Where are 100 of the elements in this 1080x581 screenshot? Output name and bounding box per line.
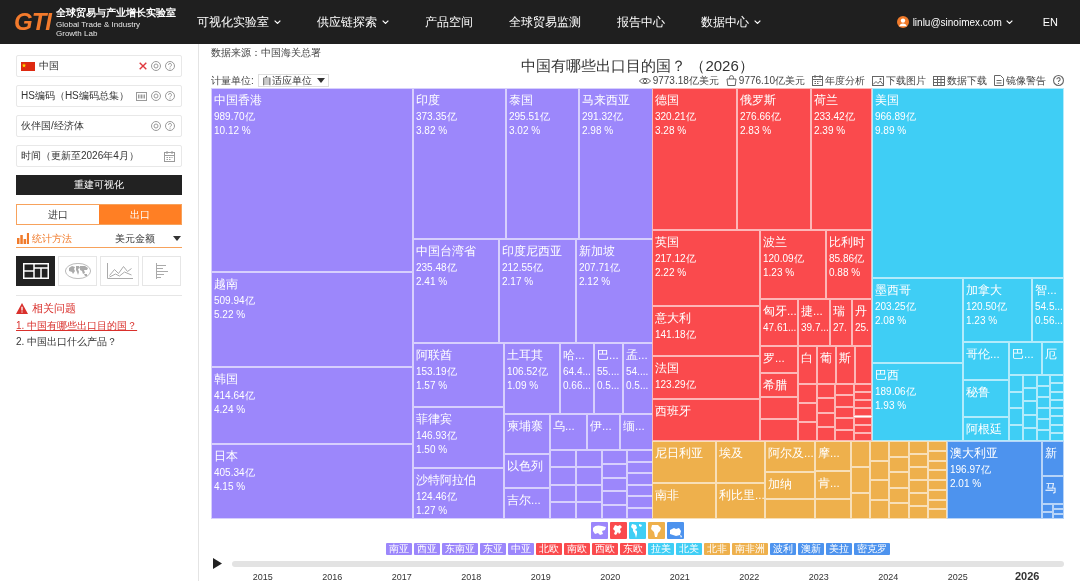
- flag-icon: [21, 61, 35, 71]
- tile-label: 意大利: [655, 311, 691, 326]
- tile-share: 2.39 %: [814, 124, 846, 138]
- tile-label: 马: [1045, 481, 1057, 496]
- tile-label: 马来西亚: [582, 93, 630, 108]
- tile-label: 波兰: [763, 235, 787, 250]
- year-label[interactable]: 2018: [461, 572, 482, 581]
- continent-icon[interactable]: [610, 522, 627, 539]
- continent-icon[interactable]: [648, 522, 665, 539]
- year-label[interactable]: 2025: [947, 572, 968, 581]
- continent-icon[interactable]: [591, 522, 608, 539]
- tile-share: 2.08 %: [875, 314, 907, 328]
- tile-share: 3.02 %: [509, 124, 541, 138]
- chevron-down-icon: [1005, 20, 1013, 24]
- tile-value: 509.94亿: [214, 294, 255, 308]
- year-label[interactable]: 2023: [808, 572, 829, 581]
- nav-menu-item[interactable]: 可视化实验室: [197, 13, 281, 31]
- play-icon[interactable]: [213, 558, 222, 569]
- caret-icon: [173, 236, 181, 241]
- nav-menu-item[interactable]: 报告中心: [617, 13, 665, 31]
- toolbar-button[interactable]: 镜像警告: [994, 74, 1046, 87]
- tile-value: 120.50亿: [966, 300, 1007, 314]
- partner-field[interactable]: 伙伴国/经济体: [16, 115, 182, 137]
- stat-method-label: 统计方法: [32, 231, 72, 246]
- year-label[interactable]: 2016: [322, 572, 343, 581]
- tile-value: 320.21亿: [655, 110, 696, 124]
- year-label[interactable]: 2024: [878, 572, 899, 581]
- help-icon[interactable]: [165, 91, 175, 101]
- tile-label: 日本: [214, 449, 238, 464]
- tile-label: 匈牙...: [763, 304, 797, 319]
- chart-title: 中国有哪些出口目的国？ （2026）: [521, 58, 754, 74]
- tile-value: 106.52亿: [507, 365, 548, 379]
- year-label[interactable]: 2020: [600, 572, 621, 581]
- nav-menu-item[interactable]: 全球贸易监测: [509, 13, 581, 31]
- tile-value: 291.32亿: [582, 110, 623, 124]
- view-button[interactable]: [16, 256, 55, 286]
- eye-icon: [638, 76, 651, 85]
- year-label[interactable]: 2022: [739, 572, 760, 581]
- tile-label: 哥伦...: [966, 347, 1000, 362]
- toolbar-button[interactable]: 数据下载: [933, 74, 987, 87]
- tile-label: 印度尼西亚: [502, 244, 562, 259]
- year-label[interactable]: 2017: [391, 572, 412, 581]
- target-icon[interactable]: [151, 121, 161, 131]
- continent-icon[interactable]: [629, 522, 646, 539]
- tile-label: 德国: [655, 93, 679, 108]
- tile-label: 印度: [416, 93, 440, 108]
- help-icon[interactable]: [165, 121, 175, 131]
- nav-menu-item[interactable]: 产品空间: [425, 13, 473, 31]
- tile-label: 埃及: [719, 446, 743, 461]
- tile-value: 153.19亿: [416, 365, 457, 379]
- barcode-icon[interactable]: [136, 91, 147, 101]
- tile-share: 2.83 %: [740, 124, 772, 138]
- timeline-track[interactable]: [232, 560, 1064, 567]
- tile-value: 146.93亿: [416, 429, 457, 443]
- calendar-icon[interactable]: [164, 150, 175, 162]
- stat-method-select[interactable]: 美元金额: [115, 231, 182, 246]
- year-label[interactable]: 2021: [669, 572, 690, 581]
- tile-label: 中国台湾省: [416, 244, 476, 259]
- help-icon[interactable]: [165, 61, 175, 71]
- tile-value: 212.55亿: [502, 261, 543, 275]
- tile-value: 54....: [626, 365, 649, 379]
- tile-label: 以色列: [507, 459, 543, 474]
- year-label[interactable]: 2026: [1015, 570, 1040, 581]
- world-map-icon: [64, 263, 91, 279]
- language-button[interactable]: EN: [1042, 16, 1058, 28]
- toolbar-button[interactable]: 年度分析: [812, 74, 865, 87]
- logo-title: 全球贸易与产业增长实验室: [56, 6, 176, 19]
- user-icon: [896, 16, 909, 28]
- rebuild-button[interactable]: 重建可视化: [16, 175, 182, 195]
- tile-label: 智...: [1035, 283, 1057, 298]
- tile-share: 2.17 %: [502, 275, 534, 289]
- nav-menu-item[interactable]: 数据中心: [701, 13, 761, 31]
- clear-icon[interactable]: [139, 62, 147, 70]
- continent-icon[interactable]: [667, 522, 684, 539]
- tile-value: 47.61...: [763, 321, 797, 335]
- tile-share: 0.56...: [1035, 314, 1063, 328]
- help-icon[interactable]: [1053, 75, 1064, 86]
- tile-label: 巴...: [597, 348, 619, 363]
- account-menu[interactable]: linlu@sinoimex.com: [896, 16, 1013, 28]
- tile-share: 1.23 %: [966, 314, 998, 328]
- date-field[interactable]: 时间（更新至2026年4月）: [16, 145, 182, 167]
- tile-value: 196.97亿: [950, 463, 991, 477]
- tile-value: 203.25亿: [875, 300, 916, 314]
- unit-select[interactable]: 自适应单位: [257, 74, 329, 87]
- toolbar-button[interactable]: 下载图片: [872, 74, 926, 87]
- tile-label: 美国: [875, 93, 899, 108]
- tile-share: 10.12 %: [214, 124, 251, 138]
- tile-label: 韩国: [214, 372, 238, 387]
- target-icon[interactable]: [151, 61, 161, 71]
- target-icon[interactable]: [151, 91, 161, 101]
- year-label[interactable]: 2019: [530, 572, 551, 581]
- question-link[interactable]: 2. 中国出口什么产品？: [16, 335, 118, 348]
- tile-value: 414.64亿: [214, 389, 255, 403]
- tile-label: 巴...: [1012, 347, 1034, 362]
- year-label[interactable]: 2015: [252, 572, 273, 581]
- country-field[interactable]: 中国: [16, 55, 182, 77]
- nav-menu-item[interactable]: 供应链探索: [317, 13, 389, 31]
- hs-code-field[interactable]: HS编码（HS编码总集）: [16, 85, 182, 107]
- question-link[interactable]: 1. 中国有哪些出口目的国？: [16, 319, 138, 332]
- bar-chart-icon: [153, 263, 170, 279]
